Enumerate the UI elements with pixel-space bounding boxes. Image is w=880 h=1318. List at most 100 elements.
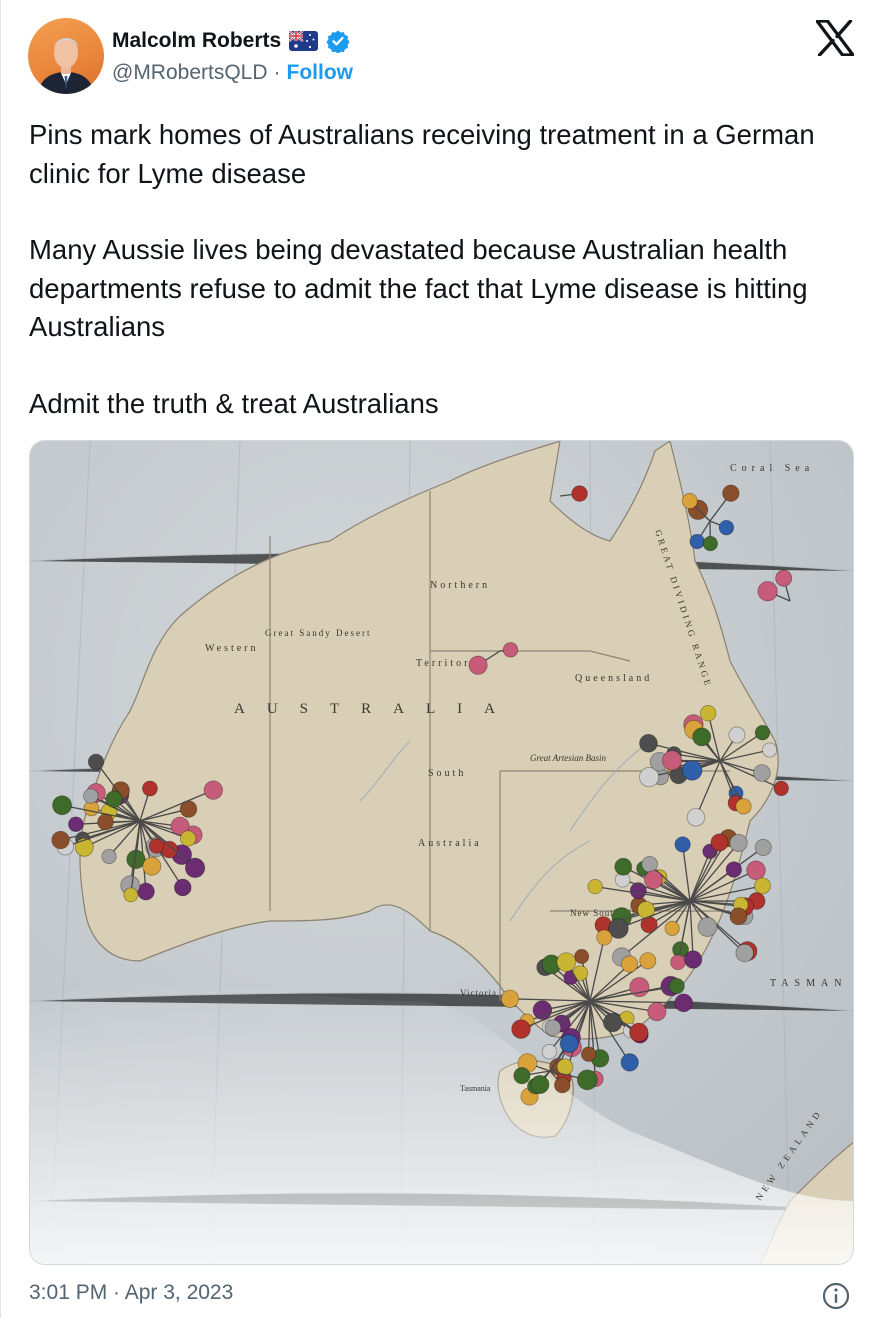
pin-head [643, 870, 663, 890]
author-name[interactable]: Malcolm Roberts [112, 29, 281, 53]
pin-head [105, 790, 123, 808]
separator-dot: · [273, 61, 281, 84]
pin-head [142, 780, 158, 797]
pin-head [572, 965, 589, 981]
pin-head [576, 1069, 598, 1091]
map-label-great-artesian: Great Artesian Basin [530, 753, 606, 763]
pin-head [753, 764, 771, 782]
pin-head [571, 485, 588, 502]
tweet-card: Malcolm Roberts @MRobertsQLD · Follow Pi… [0, 0, 880, 1318]
pin-head [722, 484, 740, 502]
pin-head [513, 1067, 531, 1085]
x-logo-icon[interactable] [816, 20, 854, 56]
pin-head [68, 816, 84, 833]
pin-head [728, 726, 746, 744]
pin-head [662, 750, 683, 771]
info-icon[interactable] [821, 1281, 851, 1311]
pin-head [725, 861, 742, 878]
pin-head [754, 877, 771, 895]
pin-head [692, 727, 712, 747]
follow-button[interactable]: Follow [287, 61, 354, 85]
pin-head [710, 833, 729, 852]
pin-head [83, 788, 99, 804]
pin-head [674, 836, 691, 853]
avatar[interactable] [28, 18, 104, 94]
pin-head [530, 1075, 550, 1094]
pin-head [746, 860, 766, 881]
map-label-northern: Northern [430, 580, 490, 591]
pin-head [544, 1019, 562, 1037]
pin-head [689, 533, 705, 550]
pin-head [142, 856, 162, 876]
pin-head [511, 1019, 531, 1039]
pin-head [580, 1046, 597, 1062]
pin-head [541, 1044, 558, 1060]
map-label-coral-sea: Coral Sea [730, 463, 814, 474]
pin-head [587, 878, 603, 895]
pin-head [674, 993, 693, 1013]
pin-head [51, 830, 70, 850]
australia-pin-map: AUSTRALIA Northern Territory Western Gre… [30, 441, 854, 1264]
pin-head [775, 569, 793, 587]
pin-head [603, 1012, 623, 1033]
pin-head [180, 830, 197, 847]
pin-head [729, 907, 748, 926]
pin-head [757, 581, 778, 602]
pin-head [184, 857, 206, 878]
pin-head [686, 808, 706, 827]
tweet-timestamp[interactable]: 3:01 PM · Apr 3, 2023 [29, 1281, 233, 1305]
tweet-paragraph: Many Aussie lives being devastated becau… [29, 234, 808, 342]
pin-head [681, 493, 698, 509]
pin-head [754, 725, 771, 741]
author-handle[interactable]: @MRobertsQLD [112, 61, 268, 85]
avatar-photo [38, 38, 94, 94]
pin-head [641, 855, 658, 873]
pin-head [574, 949, 590, 964]
map-label-great-sandy: Great Sandy Desert [265, 628, 371, 638]
pin-head [699, 705, 717, 722]
map-label-victoria: Victoria [460, 988, 497, 998]
verified-badge-icon [326, 30, 350, 53]
pin-head [614, 857, 633, 876]
map-label-country: AUSTRALIA [234, 701, 517, 717]
pin-head [668, 977, 685, 995]
pin-head [148, 838, 165, 854]
pin-head [647, 1002, 667, 1022]
pin-head [735, 798, 752, 815]
tweet-text: Pins mark homes of Australians receiving… [29, 116, 839, 423]
pin-head [702, 535, 718, 552]
pin-head [754, 838, 772, 856]
pin-head [697, 917, 718, 937]
pin-head [639, 952, 657, 970]
map-label-queensland: Queensland [575, 673, 652, 684]
pin-head [123, 887, 139, 903]
pin-head [556, 1058, 574, 1076]
pin-head [500, 989, 520, 1008]
pin-head [639, 733, 658, 753]
pin-head [74, 837, 94, 857]
pin-head [773, 780, 789, 797]
pin-head [670, 954, 686, 971]
author-handle-row: @MRobertsQLD · Follow [112, 61, 353, 85]
pin-head [87, 753, 105, 770]
pin-head [684, 950, 703, 969]
pin-head [718, 519, 735, 536]
pin-head [621, 955, 639, 973]
map-label-tasman-sea: TASMAN SEA [770, 978, 854, 989]
pin-head [735, 943, 754, 963]
pin-head [52, 795, 72, 816]
pin-head [729, 833, 748, 853]
pin-head [502, 642, 519, 658]
pin-head [596, 929, 613, 946]
pin-head [559, 1034, 579, 1053]
pin-head [556, 952, 577, 972]
tweet-paragraph: Pins mark homes of Australians receiving… [29, 119, 815, 189]
pin-head [554, 1076, 571, 1094]
tweet-image-map[interactable]: AUSTRALIA Northern Territory Western Gre… [29, 440, 854, 1265]
pin-head [620, 1053, 639, 1072]
map-label-western: Western [205, 643, 259, 654]
pin-head [203, 780, 223, 800]
map-label-tasmania: Tasmania [460, 1084, 491, 1093]
tweet-paragraph: Admit the truth & treat Australians [29, 387, 439, 419]
pin-head [629, 1022, 649, 1043]
